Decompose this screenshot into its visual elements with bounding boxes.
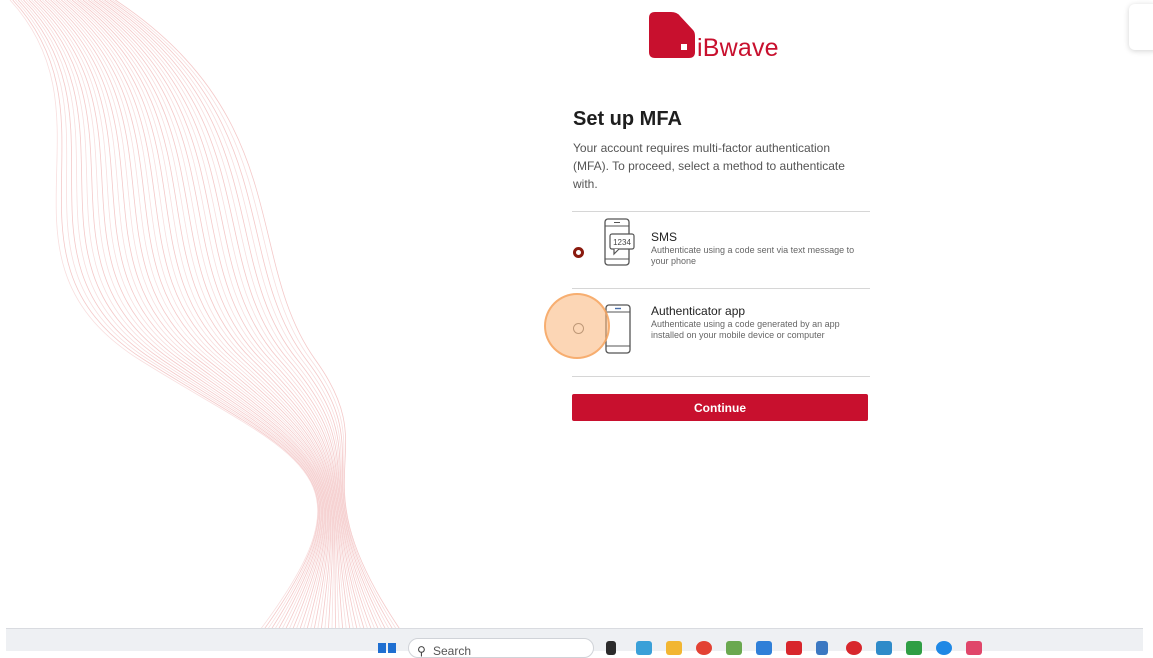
- wave-line: [15, 0, 320, 630]
- wave-line: [12, 0, 319, 630]
- flipboard-icon[interactable]: [786, 641, 802, 655]
- wave-line: [115, 0, 401, 630]
- calculator-icon[interactable]: [816, 641, 828, 655]
- divider: [572, 288, 870, 289]
- outlook-icon[interactable]: [756, 641, 772, 655]
- wave-line: [50, 0, 330, 630]
- mfa-option-authenticator-app[interactable]: Authenticator app Authenticate using a c…: [572, 295, 870, 365]
- divider: [572, 376, 870, 377]
- ibwave-brand-name: iBwave: [697, 34, 779, 62]
- authenticator-option-title: Authenticator app: [651, 304, 746, 318]
- wave-line: [31, 0, 324, 630]
- wave-line: [52, 0, 331, 630]
- top-right-popup-card: [1129, 4, 1153, 50]
- windows-start-icon[interactable]: [378, 643, 396, 653]
- app-icon[interactable]: [876, 641, 892, 655]
- sms-phone-icon: 1234: [604, 218, 635, 266]
- mfa-option-sms[interactable]: 1234 SMS Authenticate using a code sent …: [572, 217, 870, 287]
- sms-code-text: 1234: [613, 238, 631, 247]
- app-icon[interactable]: [906, 641, 922, 655]
- continue-button[interactable]: Continue: [572, 394, 868, 421]
- sms-option-description: Authenticate using a code sent via text …: [651, 245, 855, 266]
- search-icon: ⚲: [417, 644, 426, 658]
- mfa-description: Your account requires multi-factor authe…: [573, 141, 845, 191]
- wave-line: [71, 0, 344, 630]
- chrome-icon[interactable]: [696, 641, 712, 655]
- taskbar-search-box[interactable]: ⚲ Search: [408, 638, 594, 658]
- wave-line: [104, 0, 387, 630]
- ibwave-logo-icon: [649, 12, 695, 58]
- app-icon[interactable]: [966, 641, 982, 655]
- background-wave-pattern: [9, 0, 401, 630]
- ibwave-logo: iBwave: [647, 12, 817, 68]
- taskbar-search-label: Search: [433, 644, 472, 658]
- app-icon[interactable]: [846, 641, 862, 655]
- teams-icon[interactable]: [726, 641, 742, 655]
- sms-option-title: SMS: [651, 230, 678, 244]
- divider: [572, 211, 870, 212]
- page-title: Set up MFA: [573, 108, 682, 130]
- wave-line: [28, 0, 324, 630]
- sms-radio-button[interactable]: [573, 247, 584, 258]
- wave-line: [69, 0, 340, 630]
- wave-line: [9, 0, 319, 630]
- click-highlight-indicator: [544, 293, 610, 359]
- file-explorer-icon[interactable]: [666, 641, 682, 655]
- authenticator-option-description: Authenticate using a code generated by a…: [651, 319, 840, 340]
- wave-line: [79, 0, 354, 630]
- edge-icon[interactable]: [936, 641, 952, 655]
- copilot-icon[interactable]: [636, 641, 652, 655]
- task-view-icon[interactable]: [606, 641, 616, 655]
- windows-taskbar: ⚲ Search: [6, 628, 1143, 658]
